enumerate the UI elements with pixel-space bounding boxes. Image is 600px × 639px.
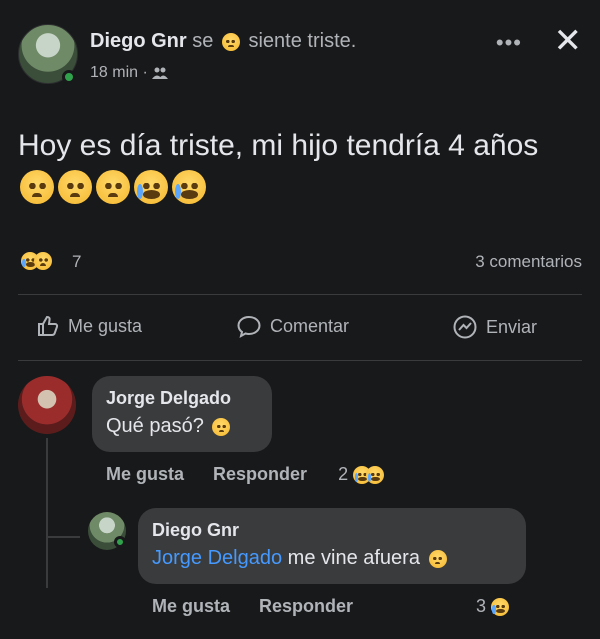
post-emojis bbox=[18, 169, 208, 205]
reply-mention-link[interactable]: Jorge Delgado bbox=[152, 547, 282, 569]
comments-count-link[interactable]: 3 comentarios bbox=[475, 252, 582, 272]
crying-emoji-icon bbox=[134, 170, 168, 205]
send-button[interactable]: Enviar bbox=[452, 314, 537, 340]
comment-actions: Me gusta Responder 2 bbox=[106, 464, 387, 485]
meta-separator: · bbox=[142, 64, 148, 81]
reply-reply-button[interactable]: Responder bbox=[259, 596, 353, 616]
sad-emoji-icon bbox=[221, 32, 240, 51]
online-status-dot bbox=[62, 70, 76, 84]
crying-emoji-icon bbox=[172, 170, 206, 205]
reply-text: me vine afuera bbox=[287, 547, 420, 569]
sad-reaction-icon bbox=[34, 251, 52, 270]
comment-reply-button[interactable]: Responder bbox=[213, 464, 307, 484]
comment-label: Comentar bbox=[270, 315, 350, 336]
comment-button[interactable]: Comentar bbox=[236, 314, 349, 338]
reply-actions: Me gusta Responder 3 bbox=[152, 596, 512, 617]
feeling-prefix: se bbox=[192, 30, 214, 52]
pleading-emoji-icon bbox=[96, 170, 130, 205]
reaction-count[interactable]: 7 bbox=[72, 252, 81, 272]
online-status-dot bbox=[114, 536, 126, 548]
thumbs-up-icon bbox=[38, 315, 59, 336]
thread-line bbox=[46, 438, 48, 588]
author-line: Diego Gnr se siente triste. bbox=[90, 30, 356, 53]
commenter-avatar[interactable] bbox=[18, 376, 76, 434]
author-name[interactable]: Diego Gnr bbox=[90, 30, 187, 52]
wow-reaction-icon bbox=[366, 466, 385, 485]
reply-author[interactable]: Diego Gnr bbox=[152, 520, 450, 541]
comment-bubble: Jorge Delgado Qué pasó? bbox=[92, 376, 272, 452]
reply-bubble: Diego Gnr Jorge Delgado me vine afuera bbox=[138, 508, 526, 584]
more-options-button[interactable]: ••• bbox=[496, 30, 522, 56]
post-text: Hoy es día triste, mi hijo tendría 4 año… bbox=[18, 126, 578, 206]
post-body: Hoy es día triste, mi hijo tendría 4 año… bbox=[18, 129, 539, 162]
post-meta: 18 min · bbox=[90, 64, 169, 82]
sad-emoji-icon bbox=[212, 417, 231, 436]
divider bbox=[18, 360, 582, 361]
divider bbox=[18, 294, 582, 295]
pleading-emoji-icon bbox=[428, 549, 447, 568]
reaction-icons[interactable] bbox=[18, 250, 55, 270]
like-button[interactable]: Me gusta bbox=[36, 314, 142, 338]
like-label: Me gusta bbox=[68, 315, 143, 336]
reply-reaction-count: 3 bbox=[475, 596, 486, 616]
post-time[interactable]: 18 min bbox=[90, 64, 138, 81]
pleading-emoji-icon bbox=[20, 170, 54, 205]
post-actions: Me gusta Comentar Enviar bbox=[18, 306, 582, 350]
comment-reaction-count[interactable]: 2 bbox=[338, 464, 348, 484]
pleading-emoji-icon bbox=[58, 170, 92, 205]
comment-text-row: Qué pasó? bbox=[106, 415, 233, 438]
reactions-summary: 7 3 comentarios bbox=[18, 248, 582, 276]
comment-icon bbox=[237, 315, 261, 338]
thread-line bbox=[46, 536, 80, 538]
friends-audience-icon bbox=[152, 67, 169, 79]
messenger-icon bbox=[453, 315, 477, 339]
comment-like-button[interactable]: Me gusta bbox=[106, 464, 184, 484]
close-button[interactable]: ✕ bbox=[554, 24, 583, 58]
reply-reaction-group[interactable]: 3 bbox=[476, 596, 512, 617]
feeling-text: siente triste. bbox=[248, 30, 357, 52]
comment-author[interactable]: Jorge Delgado bbox=[106, 388, 233, 409]
reply-text-row: Jorge Delgado me vine afuera bbox=[152, 547, 450, 570]
post-header: Diego Gnr se siente triste. 18 min · •••… bbox=[18, 24, 582, 88]
send-label: Enviar bbox=[486, 316, 538, 337]
reply-like-button[interactable]: Me gusta bbox=[152, 596, 230, 616]
comment-text: Qué pasó? bbox=[106, 415, 204, 437]
haha-reaction-icon bbox=[491, 598, 509, 617]
